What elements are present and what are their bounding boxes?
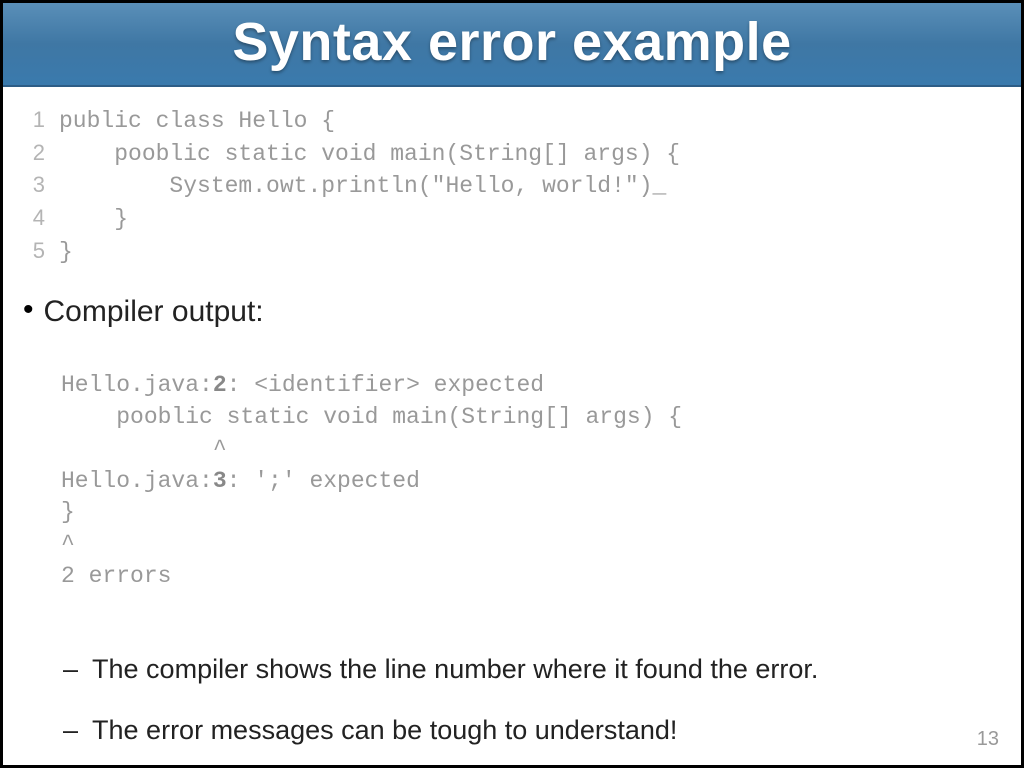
co-l3: ^ <box>61 436 227 462</box>
dash-icon: – <box>63 652 78 687</box>
compiler-output-block: Hello.java:2: <identifier> expected poob… <box>61 339 991 625</box>
co-l7: 2 errors <box>61 563 171 589</box>
sub-bullet: – The compiler shows the line number whe… <box>63 652 991 687</box>
line-number: 5 <box>21 236 45 266</box>
code-line: 1 public class Hello { <box>21 105 991 138</box>
co-l5: } <box>61 499 75 525</box>
line-number: 3 <box>21 170 45 200</box>
code-line: 3 System.owt.println("Hello, world!")_ <box>21 170 991 203</box>
co-l1a: Hello.java: <box>61 372 213 398</box>
bullet-label: Compiler output: <box>44 295 264 329</box>
code-listing: 1 public class Hello { 2 pooblic static … <box>21 105 991 269</box>
code-line: 4 } <box>21 203 991 236</box>
line-number: 1 <box>21 105 45 135</box>
co-l6: ^ <box>61 531 75 557</box>
sub-bullet: – The error messages can be tough to und… <box>63 713 991 748</box>
code-line: 2 pooblic static void main(String[] args… <box>21 138 991 171</box>
sub-bullet-text: The compiler shows the line number where… <box>92 652 818 687</box>
line-number: 2 <box>21 138 45 168</box>
code-line: 5 } <box>21 236 991 269</box>
bullet-compiler-output: • Compiler output: <box>23 295 991 329</box>
co-l4a: Hello.java: <box>61 468 213 494</box>
line-code: public class Hello { <box>45 106 335 138</box>
line-code: pooblic static void main(String[] args) … <box>45 139 680 171</box>
bullet-icon: • <box>23 295 34 325</box>
dash-icon: – <box>63 713 78 748</box>
line-code: } <box>45 237 73 269</box>
line-code: } <box>45 204 128 236</box>
co-l2: pooblic static void main(String[] args) … <box>61 404 682 430</box>
line-number: 4 <box>21 203 45 233</box>
slide-content: 1 public class Hello { 2 pooblic static … <box>3 87 1021 784</box>
sub-bullet-list: – The compiler shows the line number whe… <box>63 652 991 748</box>
co-l1b: : <identifier> expected <box>227 372 544 398</box>
title-bar: Syntax error example <box>3 3 1021 87</box>
co-l4b: : ';' expected <box>227 468 420 494</box>
slide-title: Syntax error example <box>3 11 1021 73</box>
slide: Syntax error example 1 public class Hell… <box>0 0 1024 768</box>
sub-bullet-text: The error messages can be tough to under… <box>92 713 677 748</box>
page-number: 13 <box>977 728 999 751</box>
co-l1n: 2 <box>213 372 227 398</box>
co-l4n: 3 <box>213 468 227 494</box>
line-code: System.owt.println("Hello, world!")_ <box>45 171 666 203</box>
